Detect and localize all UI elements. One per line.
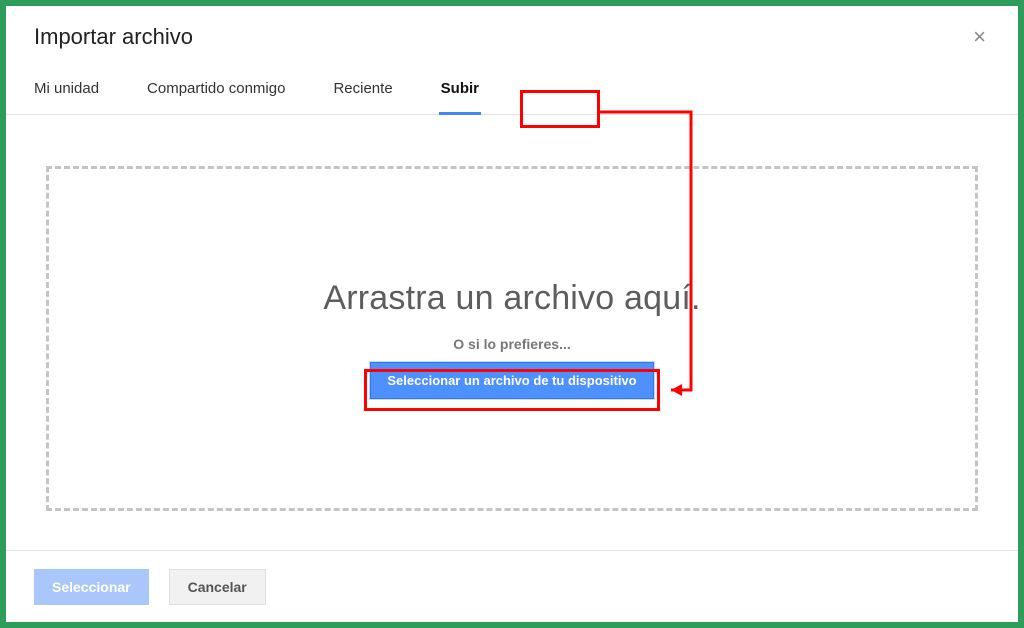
dropzone-title: Arrastra un archivo aquí. <box>323 279 700 318</box>
file-dropzone[interactable]: Arrastra un archivo aquí. O si lo prefie… <box>46 166 978 511</box>
screenshot-frame: Importar archivo × Mi unidad Compartido … <box>0 0 1024 628</box>
tab-upload[interactable]: Subir <box>441 62 479 114</box>
tabs-bar: Mi unidad Compartido conmigo Reciente Su… <box>6 62 1018 115</box>
close-icon[interactable]: × <box>969 26 990 48</box>
dropzone-subtitle: O si lo prefieres... <box>453 336 571 352</box>
dialog-body: Arrastra un archivo aquí. O si lo prefie… <box>26 146 998 531</box>
dialog-title: Importar archivo <box>34 24 193 50</box>
confirm-select-button[interactable]: Seleccionar <box>34 569 149 605</box>
tab-my-drive[interactable]: Mi unidad <box>34 62 99 114</box>
cancel-button[interactable]: Cancelar <box>169 569 266 605</box>
dialog-header: Importar archivo × <box>6 6 1018 62</box>
tab-shared-with-me[interactable]: Compartido conmigo <box>147 62 285 114</box>
select-file-button[interactable]: Seleccionar un archivo de tu dispositivo <box>370 362 653 399</box>
import-file-dialog: Importar archivo × Mi unidad Compartido … <box>6 6 1018 622</box>
tab-recent[interactable]: Reciente <box>333 62 392 114</box>
dialog-footer: Seleccionar Cancelar <box>6 550 1018 622</box>
